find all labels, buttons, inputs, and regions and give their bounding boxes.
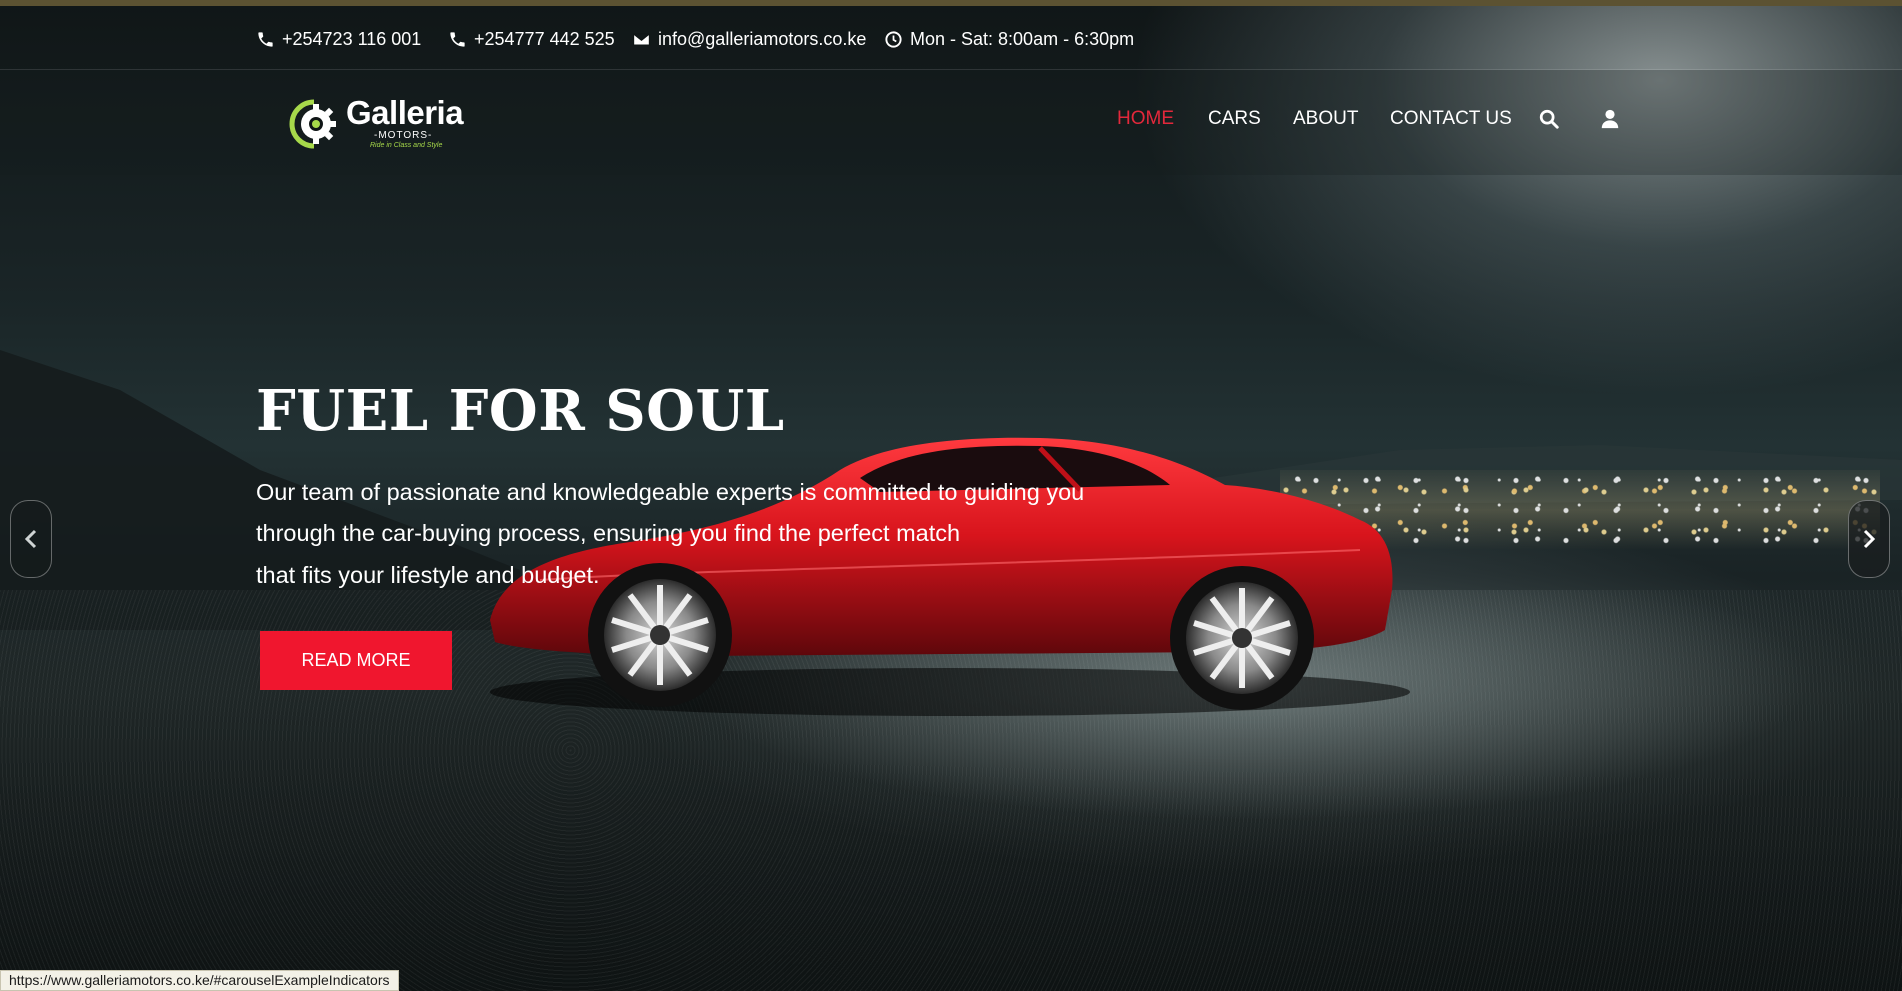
- email-text: info@galleriamotors.co.ke: [658, 28, 867, 49]
- phone-1-text: +254723 116 001: [282, 28, 422, 49]
- hours-text: Mon - Sat: 8:00am - 6:30pm: [910, 28, 1135, 49]
- carousel-prev-button[interactable]: [10, 500, 52, 578]
- email-item[interactable]: info@galleriamotors.co.ke: [632, 28, 866, 50]
- phone-2-item[interactable]: +254777 442 525: [448, 28, 615, 50]
- read-more-button[interactable]: READ MORE: [260, 631, 452, 690]
- hero-text-line-3: that fits your lifestyle and budget.: [256, 562, 600, 588]
- logo-sub: -MOTORS-: [374, 130, 433, 141]
- nav-cars[interactable]: CARS: [1208, 108, 1261, 134]
- nav-home[interactable]: HOME: [1117, 108, 1174, 134]
- hero-background: +254723 116 001 +254777 442 525 info@gal…: [0, 0, 1902, 991]
- phone-2-text: +254777 442 525: [474, 28, 615, 49]
- nav-contact-us[interactable]: CONTACT US: [1390, 108, 1512, 134]
- logo-tagline: Ride in Class and Style: [370, 142, 443, 149]
- search-button[interactable]: [1538, 108, 1560, 130]
- phone-icon: [258, 31, 273, 47]
- chevron-right-icon: [1863, 529, 1876, 549]
- logo-name: Galleria: [346, 94, 464, 131]
- hero-text-line-1: Our team of passionate and knowledgeable…: [256, 479, 1085, 505]
- carousel-next-button[interactable]: [1848, 500, 1890, 578]
- chevron-left-icon: [24, 529, 37, 549]
- user-account-button[interactable]: [1599, 108, 1621, 130]
- hero-title: FUEL FOR SOUL: [256, 378, 785, 444]
- search-icon: [1539, 109, 1559, 129]
- gear-logo-icon: [289, 99, 336, 149]
- phone-icon: [450, 31, 465, 47]
- galleria-logo[interactable]: Galleria -MOTORS- Ride in Class and Styl…: [286, 90, 466, 156]
- hero-text-line-2: through the car-buying process, ensuring…: [256, 520, 961, 546]
- contact-info-bar: +254723 116 001 +254777 442 525 info@gal…: [0, 6, 1902, 70]
- envelope-icon: [632, 32, 651, 46]
- hours-item: Mon - Sat: 8:00am - 6:30pm: [884, 28, 1134, 50]
- nav-about[interactable]: ABOUT: [1293, 108, 1358, 134]
- phone-1-item[interactable]: +254723 116 001: [256, 28, 421, 50]
- user-icon: [1601, 109, 1619, 129]
- site-header: Galleria -MOTORS- Ride in Class and Styl…: [0, 70, 1902, 175]
- clock-icon: [885, 30, 902, 48]
- status-bar-url: https://www.galleriamotors.co.ke/#carous…: [0, 970, 399, 991]
- red-sports-car-image: [490, 437, 1410, 716]
